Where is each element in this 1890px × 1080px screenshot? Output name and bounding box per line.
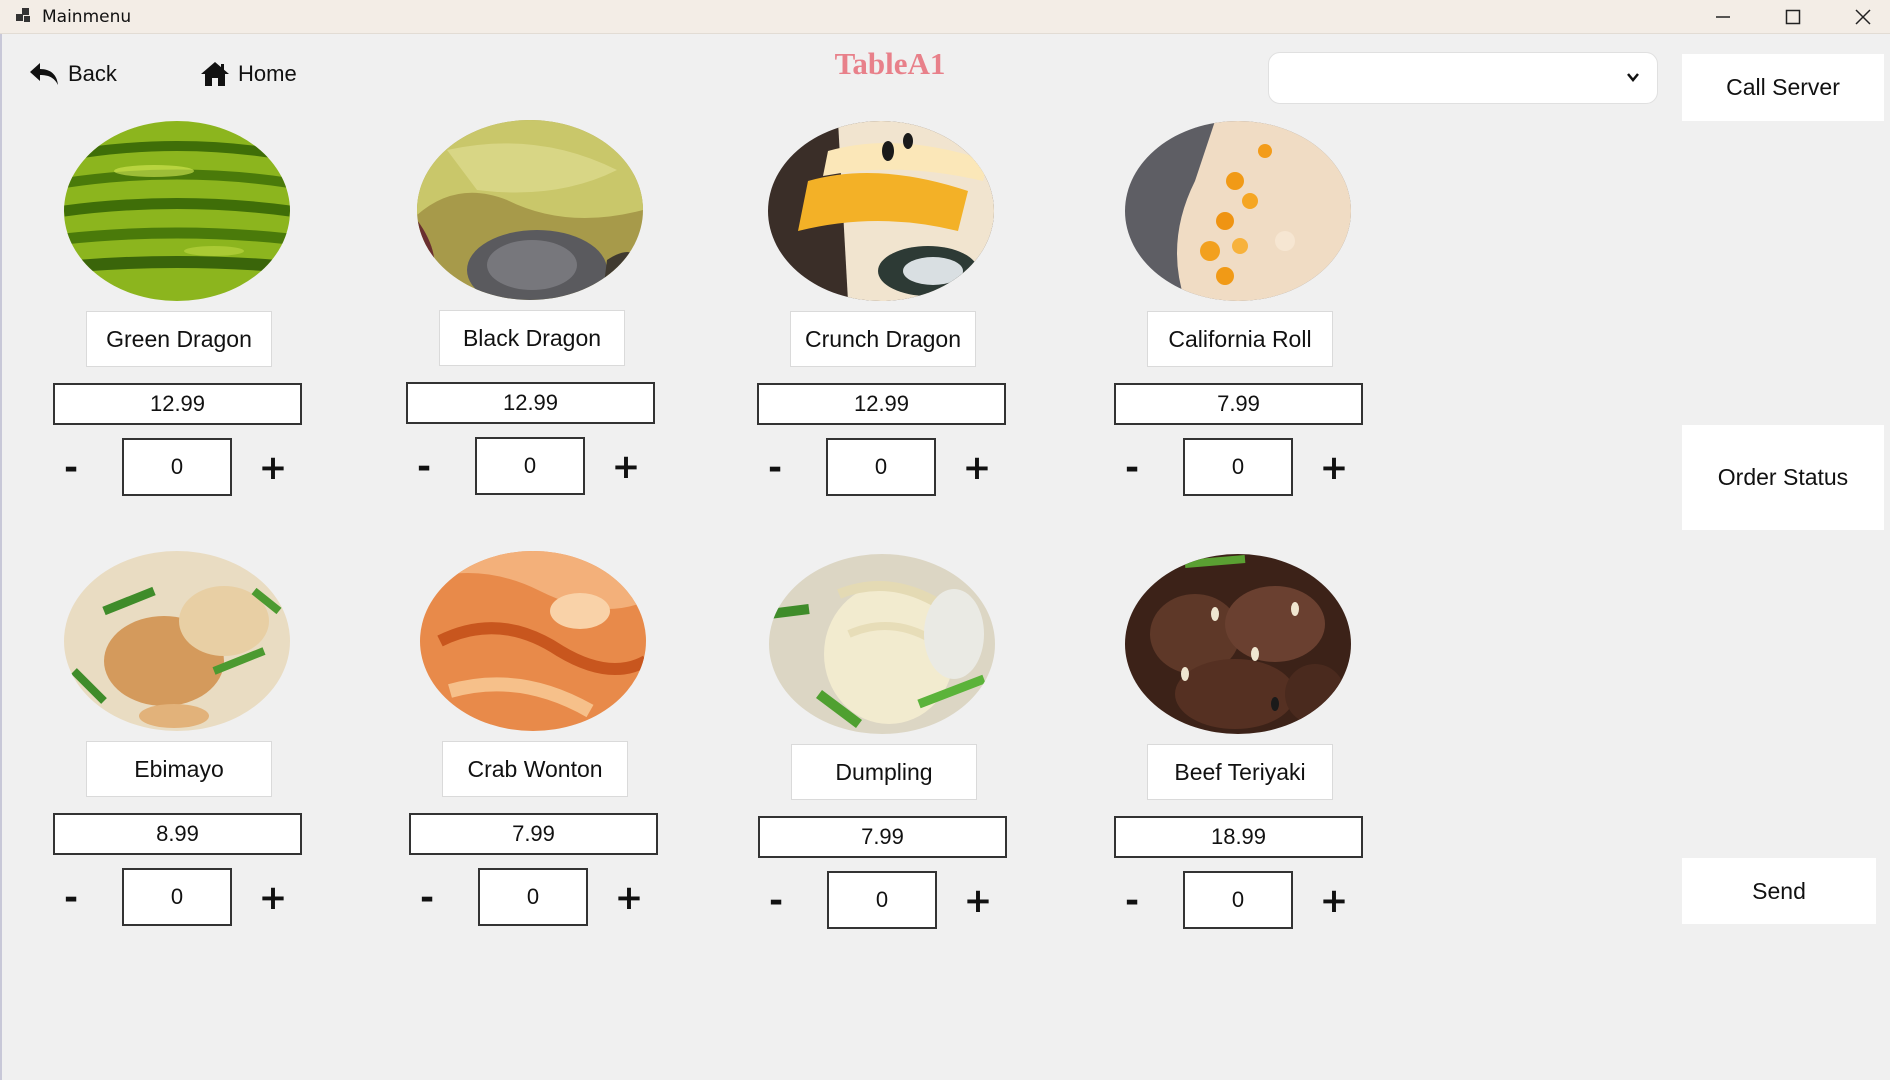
- item-price: 8.99: [53, 813, 302, 855]
- increase-quantity-button[interactable]: +: [1314, 443, 1354, 493]
- maximize-button[interactable]: [1758, 0, 1828, 34]
- home-label: Home: [238, 61, 297, 86]
- call-server-button[interactable]: Call Server: [1682, 54, 1884, 121]
- minimize-button[interactable]: [1688, 0, 1758, 34]
- table-select-dropdown[interactable]: [1268, 52, 1658, 104]
- item-name: California Roll: [1147, 311, 1333, 367]
- increase-quantity-button[interactable]: +: [606, 442, 646, 492]
- item-name: Crunch Dragon: [790, 311, 976, 367]
- decrease-quantity-button[interactable]: -: [51, 443, 91, 493]
- window-titlebar: Mainmenu: [0, 0, 1890, 34]
- item-name: Ebimayo: [86, 741, 272, 797]
- window-left-border: [0, 34, 2, 1080]
- decrease-quantity-button[interactable]: -: [1112, 876, 1152, 926]
- food-photo: [417, 120, 643, 300]
- quantity-field[interactable]: 0: [122, 438, 232, 496]
- item-name: Crab Wonton: [442, 741, 628, 797]
- menu-item: Black Dragon 12.99 - 0 +: [401, 120, 701, 520]
- minimize-icon: [1716, 16, 1730, 18]
- item-name: Green Dragon: [86, 311, 272, 367]
- menu-item: Green Dragon 12.99 - 0 +: [48, 121, 348, 521]
- decrease-quantity-button[interactable]: -: [404, 442, 444, 492]
- item-price: 7.99: [409, 813, 658, 855]
- food-photo: [64, 551, 290, 731]
- back-arrow-icon: [30, 63, 58, 85]
- close-button[interactable]: [1828, 0, 1890, 34]
- menu-item: Crunch Dragon 12.99 - 0 +: [752, 121, 1052, 521]
- item-price: 12.99: [406, 382, 655, 424]
- quantity-field[interactable]: 0: [475, 437, 585, 495]
- increase-quantity-button[interactable]: +: [957, 443, 997, 493]
- food-photo: [1125, 554, 1351, 734]
- decrease-quantity-button[interactable]: -: [51, 873, 91, 923]
- item-price: 7.99: [1114, 383, 1363, 425]
- back-button[interactable]: Back: [28, 58, 117, 90]
- item-name: Dumpling: [791, 744, 977, 800]
- menu-item: Ebimayo 8.99 - 0 +: [48, 551, 348, 951]
- food-photo: [420, 551, 646, 731]
- quantity-field[interactable]: 0: [1183, 438, 1293, 496]
- increase-quantity-button[interactable]: +: [253, 873, 293, 923]
- maximize-icon: [1785, 9, 1801, 25]
- home-button[interactable]: Home: [200, 58, 297, 90]
- food-photo: [768, 121, 994, 301]
- item-price: 18.99: [1114, 816, 1363, 858]
- item-name: Beef Teriyaki: [1147, 744, 1333, 800]
- back-label: Back: [68, 61, 117, 86]
- decrease-quantity-button[interactable]: -: [756, 876, 796, 926]
- food-photo: [1125, 121, 1351, 301]
- food-photo: [769, 554, 995, 734]
- quantity-field[interactable]: 0: [1183, 871, 1293, 929]
- send-button[interactable]: Send: [1682, 858, 1876, 924]
- item-name: Black Dragon: [439, 310, 625, 366]
- quantity-field[interactable]: 0: [826, 438, 936, 496]
- item-price: 12.99: [757, 383, 1006, 425]
- quantity-field[interactable]: 0: [478, 868, 588, 926]
- decrease-quantity-button[interactable]: -: [755, 443, 795, 493]
- item-price: 12.99: [53, 383, 302, 425]
- home-icon: [201, 62, 229, 86]
- menu-item: Crab Wonton 7.99 - 0 +: [404, 551, 704, 951]
- chevron-down-icon: [1627, 73, 1639, 82]
- app-grid-icon: [16, 8, 32, 24]
- decrease-quantity-button[interactable]: -: [407, 873, 447, 923]
- increase-quantity-button[interactable]: +: [253, 443, 293, 493]
- close-icon: [1855, 9, 1871, 25]
- increase-quantity-button[interactable]: +: [609, 873, 649, 923]
- quantity-field[interactable]: 0: [827, 871, 937, 929]
- food-photo: [64, 121, 290, 301]
- window-title: Mainmenu: [42, 7, 132, 27]
- quantity-field[interactable]: 0: [122, 868, 232, 926]
- increase-quantity-button[interactable]: +: [958, 876, 998, 926]
- menu-item: Beef Teriyaki 18.99 - 0 +: [1109, 554, 1409, 954]
- menu-item: California Roll 7.99 - 0 +: [1109, 121, 1409, 521]
- menu-item: Dumpling 7.99 - 0 +: [753, 554, 1053, 954]
- increase-quantity-button[interactable]: +: [1314, 876, 1354, 926]
- order-status-button[interactable]: Order Status: [1682, 425, 1884, 530]
- table-title: TableA1: [834, 46, 946, 81]
- decrease-quantity-button[interactable]: -: [1112, 443, 1152, 493]
- item-price: 7.99: [758, 816, 1007, 858]
